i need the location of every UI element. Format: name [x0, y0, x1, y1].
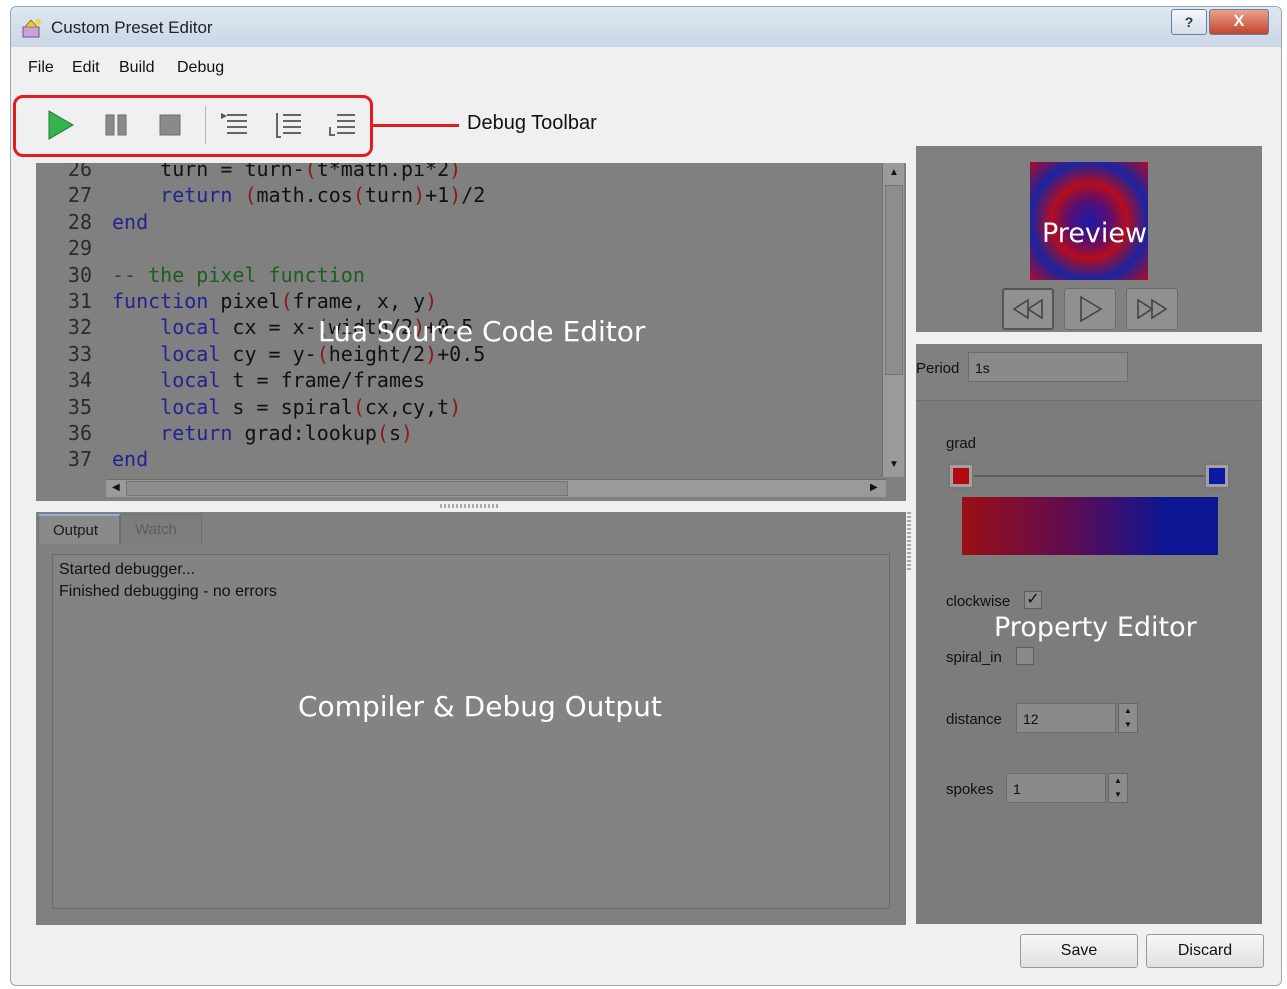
- preview-annotation: Preview: [1042, 218, 1148, 249]
- line-number: 34: [67, 368, 92, 393]
- gradient-preview: [962, 497, 1218, 555]
- code-text: function pixel(frame, x, y): [112, 289, 438, 313]
- horizontal-scroll-thumb[interactable]: [126, 481, 568, 496]
- stop-icon[interactable]: [154, 108, 186, 142]
- spokes-label: spokes: [946, 781, 994, 798]
- gradient-stop-end[interactable]: [1204, 463, 1230, 489]
- output-line: Finished debugging - no errors: [59, 583, 277, 600]
- code-text: turn = turn-(t*math.pi*2): [112, 163, 462, 181]
- tab-watch[interactable]: Watch: [120, 514, 202, 544]
- property-editor: Period 1s grad clockwise ✓ spiral_in dis…: [916, 344, 1262, 924]
- close-button[interactable]: X: [1209, 9, 1269, 35]
- line-number: 32: [67, 315, 92, 340]
- grad-label: grad: [946, 435, 977, 452]
- fast-forward-button[interactable]: [1126, 288, 1178, 330]
- spokes-stepper[interactable]: ▲ ▼: [1108, 773, 1128, 803]
- spiral-in-checkbox[interactable]: [1016, 647, 1034, 665]
- line-number: 37: [67, 447, 92, 472]
- code-text: end: [112, 209, 149, 234]
- editor-annotation: Lua Source Code Editor: [318, 315, 646, 348]
- toolbar-separator: [205, 106, 206, 144]
- gradient-slider-track: [952, 475, 1220, 477]
- distance-stepper[interactable]: ▲ ▼: [1118, 703, 1138, 733]
- menu-bar: File Edit Build Debug: [11, 53, 1281, 85]
- code-text: return (math.cos(turn)+1)/2: [160, 183, 486, 208]
- step-out-icon[interactable]: [326, 108, 358, 142]
- line-number: 30: [67, 262, 92, 287]
- vertical-scroll-thumb[interactable]: [885, 185, 903, 375]
- step-into-icon[interactable]: [218, 108, 250, 142]
- output-line: Started debugger...: [59, 561, 196, 578]
- window-title: Custom Preset Editor: [51, 18, 213, 37]
- tab-output[interactable]: Output: [38, 514, 120, 544]
- discard-button[interactable]: Discard: [1146, 934, 1264, 968]
- help-button[interactable]: ?: [1171, 9, 1207, 35]
- code-editor[interactable]: 26 turn = turn-(t*math.pi*2) 27 return (m…: [36, 163, 906, 501]
- debug-toolbar-annotation: Debug Toolbar: [467, 112, 597, 134]
- step-over-icon[interactable]: [272, 108, 304, 142]
- line-number: 31: [67, 289, 92, 313]
- play-icon: [1080, 295, 1103, 323]
- line-number: 36: [67, 421, 92, 445]
- output-log[interactable]: Started debugger... Finished debugging -…: [52, 554, 890, 909]
- period-label: Period: [916, 360, 960, 377]
- spokes-input[interactable]: 1: [1006, 773, 1106, 803]
- line-number: 35: [67, 394, 92, 419]
- vertical-splitter[interactable]: [907, 512, 911, 572]
- horizontal-scrollbar[interactable]: ◀ ▶: [106, 479, 886, 497]
- horizontal-splitter[interactable]: [440, 504, 500, 508]
- line-number: 29: [67, 236, 92, 261]
- save-button[interactable]: Save: [1020, 934, 1138, 968]
- clockwise-label: clockwise: [946, 593, 1011, 610]
- fast-forward-icon: [1137, 298, 1168, 320]
- check-icon: ✓: [1026, 591, 1040, 608]
- output-panel: Output Watch Started debugger... Finishe…: [36, 512, 906, 925]
- gradient-stop-start[interactable]: [948, 463, 974, 489]
- code-text: return grad:lookup(s): [160, 421, 414, 445]
- property-editor-annotation: Property Editor: [994, 612, 1197, 643]
- vertical-scrollbar[interactable]: ▲ ▼: [882, 163, 904, 477]
- callout-line: [373, 124, 459, 127]
- scroll-down-icon[interactable]: ▼: [889, 459, 899, 470]
- menu-file[interactable]: File: [28, 59, 54, 77]
- menu-edit[interactable]: Edit: [72, 59, 100, 77]
- code-text: -- the pixel function: [112, 262, 365, 287]
- scroll-up-icon[interactable]: ▲: [889, 167, 899, 178]
- spiral-in-label: spiral_in: [946, 649, 1002, 666]
- play-preview-button[interactable]: [1064, 288, 1116, 330]
- preview-panel: Preview: [916, 146, 1262, 332]
- menu-build[interactable]: Build: [119, 59, 155, 77]
- period-input[interactable]: 1s: [968, 352, 1128, 382]
- output-annotation: Compiler & Debug Output: [298, 690, 662, 723]
- title-bar: Custom Preset Editor ? X: [11, 7, 1281, 47]
- line-number: 33: [67, 341, 92, 366]
- line-number: 26: [67, 163, 92, 181]
- run-icon[interactable]: [44, 108, 76, 142]
- rewind-button[interactable]: [1002, 288, 1054, 330]
- scroll-right-icon[interactable]: ▶: [870, 482, 878, 493]
- pause-icon[interactable]: [100, 108, 132, 142]
- distance-label: distance: [946, 711, 1002, 728]
- code-text: local t = frame/frames: [160, 368, 426, 393]
- property-list: grad clockwise ✓ spiral_in distance 12 ▲…: [916, 400, 1262, 924]
- code-text: end: [112, 447, 149, 472]
- rewind-icon: [1012, 298, 1043, 320]
- scroll-left-icon[interactable]: ◀: [112, 482, 120, 493]
- menu-debug[interactable]: Debug: [177, 59, 224, 77]
- code-text: local s = spiral(cx,cy,t): [160, 394, 462, 419]
- distance-input[interactable]: 12: [1016, 703, 1116, 733]
- clockwise-checkbox[interactable]: ✓: [1024, 591, 1042, 609]
- line-number: 28: [67, 209, 92, 234]
- app-icon: [22, 19, 41, 38]
- line-number: 27: [67, 183, 92, 208]
